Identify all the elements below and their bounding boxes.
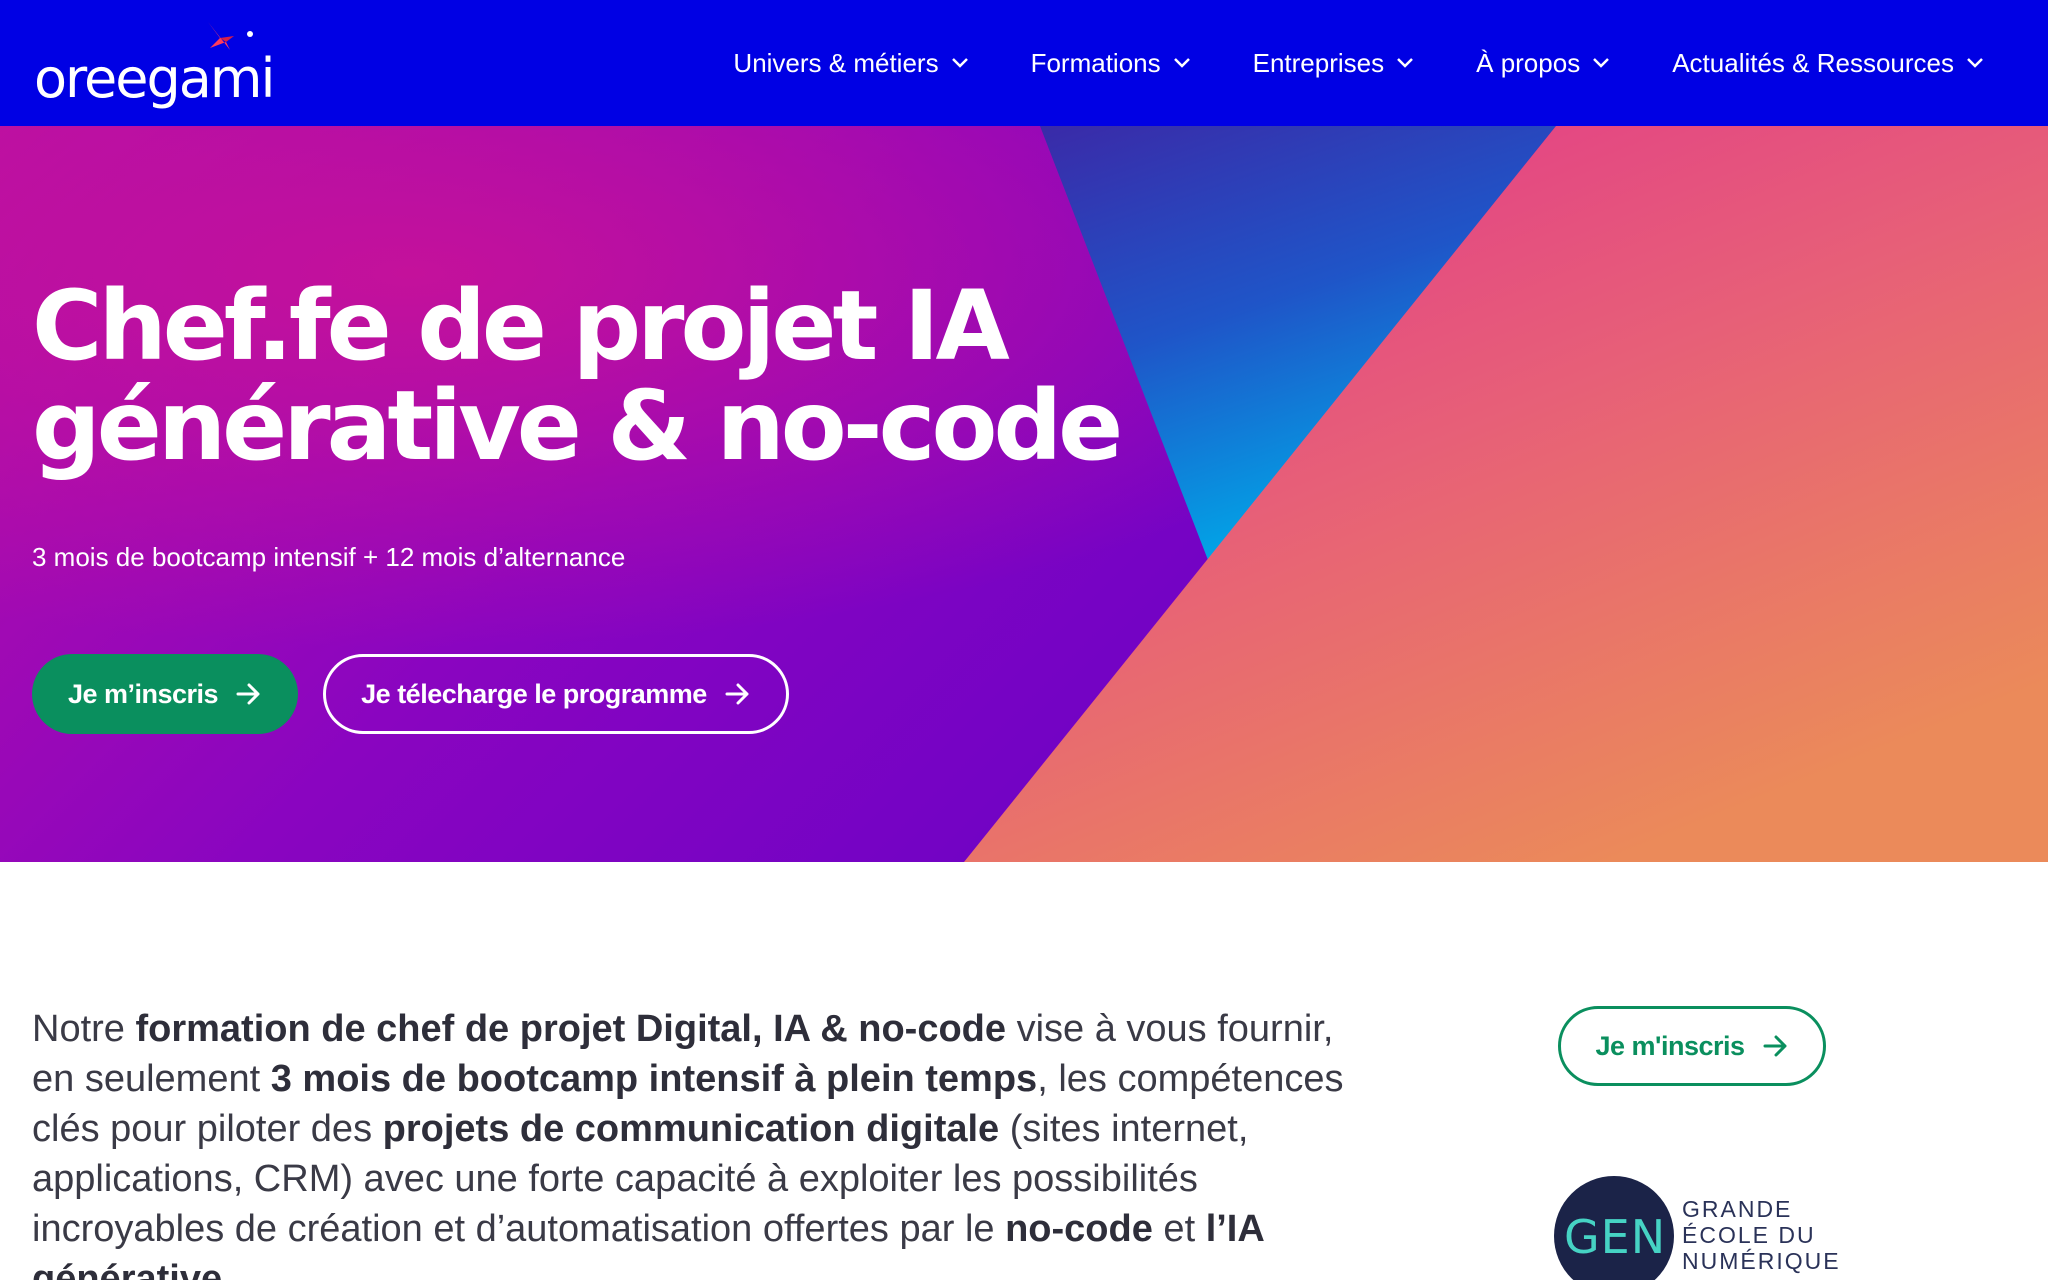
intro-bold: 3 mois de bootcamp intensif à plein temp… (270, 1058, 1038, 1100)
nav-item-entreprises[interactable]: Entreprises (1253, 48, 1415, 79)
title-line-2: générative & no-code (32, 370, 1123, 482)
nav-item-label: À propos (1476, 47, 1581, 78)
hero-subtitle: 3 mois de bootcamp intensif + 12 mois d’… (32, 542, 626, 572)
nav-item-label: Univers & métiers (733, 47, 939, 78)
gen-line-1: GRANDE (1682, 1196, 1793, 1222)
hero-banner: Chef.fe de projet IA générative & no-cod… (0, 126, 2048, 862)
download-program-button-label: Je télecharge le programme (361, 678, 707, 709)
nav-item-formations[interactable]: Formations (1031, 48, 1191, 79)
arrow-right-icon (725, 683, 749, 705)
arrow-right-icon (1763, 1035, 1786, 1057)
page-title: Chef.fe de projet IA générative & no-cod… (32, 276, 1132, 476)
chevron-down-icon (1593, 58, 1610, 68)
nav-item-actualites-ressources[interactable]: Actualités & Ressources (1672, 48, 1984, 79)
signup-button[interactable]: Je m’inscris (32, 654, 298, 734)
intro-text: et (1152, 1208, 1206, 1250)
intro-bold: formation de chef de projet Digital, IA … (135, 1008, 1007, 1050)
chevron-down-icon (1967, 58, 1983, 68)
nav-item-a-propos[interactable]: À propos (1476, 48, 1610, 79)
gen-line-3: NUMÉRIQUE (1682, 1248, 1841, 1274)
signup-button-label: Je m’inscris (67, 678, 219, 709)
grande-ecole-du-numerique-logo: GEN GRANDE ÉCOLE DU NUMÉRIQUE (1554, 1176, 1874, 1280)
chevron-down-icon (1173, 58, 1190, 68)
nav-item-label: Entreprises (1252, 47, 1385, 78)
nav-item-label: Formations (1030, 47, 1161, 78)
hero-background-shapes (964, 126, 2048, 862)
intro-bold: no-code (1005, 1208, 1153, 1250)
site-header: oreegami Univers & métiers Formations En… (0, 0, 2048, 126)
chevron-down-icon (1397, 58, 1414, 68)
sidebar-signup-button[interactable]: Je m'inscris (1558, 1006, 1826, 1086)
download-program-button[interactable]: Je télecharge le programme (323, 654, 789, 734)
oreegami-logo[interactable]: oreegami (34, 18, 275, 108)
nav-item-label: Actualités & Ressources (1672, 47, 1954, 78)
sidebar-signup-label: Je m'inscris (1595, 1030, 1745, 1061)
intro-paragraph: Notre formation de chef de projet Digita… (32, 1004, 1362, 1280)
gen-line-2: ÉCOLE DU (1682, 1222, 1816, 1248)
arrow-right-icon (236, 683, 260, 705)
bird-icon (208, 22, 253, 50)
intro-text: . (222, 1258, 233, 1280)
main-nav: Univers & métiers Formations Entreprises… (671, 0, 1984, 126)
gen-mark: GEN (1564, 1210, 1667, 1264)
intro-text: Notre (32, 1008, 136, 1050)
chevron-down-icon (951, 58, 968, 68)
intro-bold: projets de communication digitale (382, 1108, 1000, 1150)
gen-wordmark: GRANDE ÉCOLE DU NUMÉRIQUE (1682, 1196, 1841, 1274)
title-line-1: Chef.fe de projet IA (32, 270, 1010, 382)
nav-item-univers-metiers[interactable]: Univers & métiers (733, 48, 968, 79)
